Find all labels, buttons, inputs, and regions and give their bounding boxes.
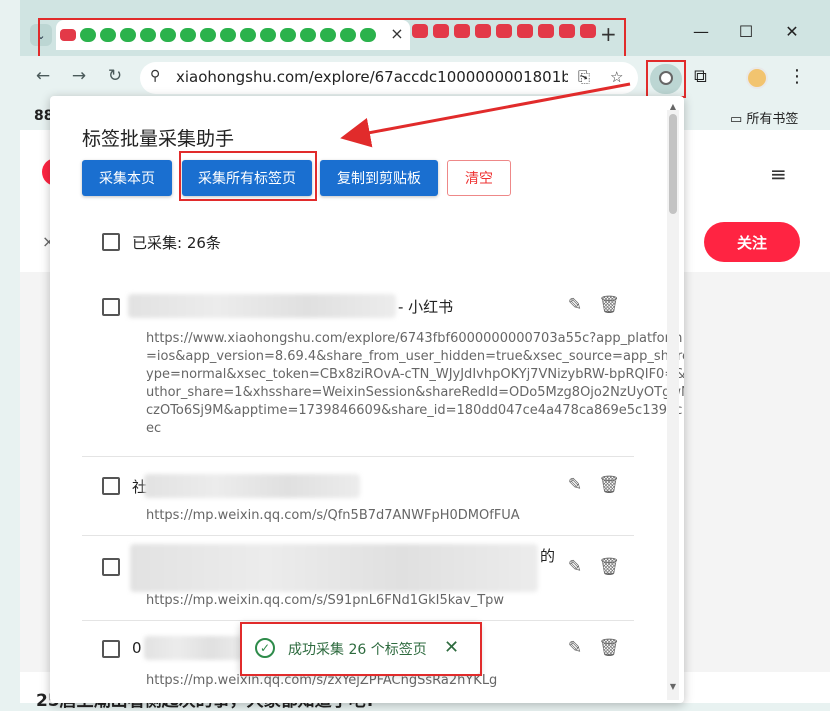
annotation-arrow	[340, 82, 631, 148]
